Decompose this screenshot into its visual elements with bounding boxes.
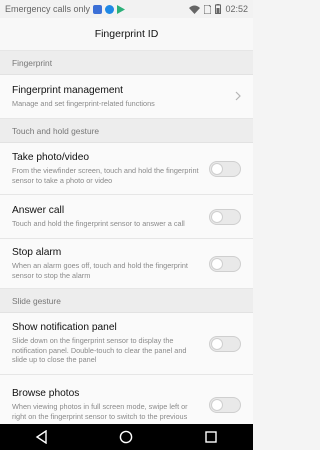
status-bar: Emergency calls only 02:52 bbox=[0, 0, 253, 18]
notification-panel-title: Show notification panel bbox=[12, 322, 117, 334]
answer-call-item[interactable]: Answer call Touch and hold the fingerpri… bbox=[0, 195, 253, 239]
sim-icon bbox=[204, 4, 212, 14]
notification-panel-desc: Slide down on the fingerprint sensor to … bbox=[12, 336, 187, 365]
battery-icon bbox=[215, 4, 222, 14]
section-touch-hold: Touch and hold gesture bbox=[0, 119, 253, 143]
fingerprint-management-desc: Manage and set fingerprint-related funct… bbox=[12, 98, 155, 108]
fingerprint-management-item[interactable]: Fingerprint management Manage and set fi… bbox=[0, 75, 253, 119]
section-slide: Slide gesture bbox=[0, 289, 253, 313]
messenger-icon bbox=[105, 4, 115, 14]
take-photo-item[interactable]: Take photo/video From the viewfinder scr… bbox=[0, 143, 253, 195]
back-icon[interactable] bbox=[34, 429, 50, 445]
browse-photos-desc: When viewing photos in full screen mode,… bbox=[12, 402, 188, 421]
wifi-icon bbox=[189, 5, 201, 14]
notification-panel-item[interactable]: Show notification panel Slide down on th… bbox=[0, 313, 253, 375]
status-time: 02:52 bbox=[225, 4, 248, 14]
status-right: 02:52 bbox=[189, 4, 248, 14]
status-left: Emergency calls only bbox=[5, 4, 189, 14]
browse-photos-toggle[interactable] bbox=[209, 397, 241, 413]
home-icon[interactable] bbox=[118, 429, 134, 445]
stop-alarm-desc: When an alarm goes off, touch and hold t… bbox=[12, 260, 188, 280]
answer-call-toggle[interactable] bbox=[209, 208, 241, 225]
answer-call-title: Answer call bbox=[12, 204, 65, 216]
answer-call-desc: Touch and hold the fingerprint sensor to… bbox=[12, 218, 185, 228]
notification-panel-toggle[interactable] bbox=[209, 335, 241, 352]
stop-alarm-item[interactable]: Stop alarm When an alarm goes off, touch… bbox=[0, 239, 253, 289]
stop-alarm-title: Stop alarm bbox=[12, 246, 62, 258]
chevron-right-icon bbox=[235, 88, 241, 106]
app-icon-blue bbox=[93, 4, 103, 14]
status-carrier-text: Emergency calls only bbox=[5, 4, 91, 14]
take-photo-desc: From the viewfinder screen, touch and ho… bbox=[12, 165, 199, 185]
fingerprint-management-title: Fingerprint management bbox=[12, 84, 123, 96]
take-photo-toggle[interactable] bbox=[209, 160, 241, 177]
play-store-icon bbox=[117, 4, 126, 14]
recents-icon[interactable] bbox=[203, 429, 219, 445]
take-photo-title: Take photo/video bbox=[12, 151, 90, 163]
section-fingerprint: Fingerprint bbox=[0, 51, 253, 75]
browse-photos-title: Browse photos bbox=[12, 388, 80, 400]
stop-alarm-toggle[interactable] bbox=[209, 255, 241, 272]
page-title: Fingerprint ID bbox=[0, 18, 253, 51]
nav-bar bbox=[0, 424, 253, 450]
